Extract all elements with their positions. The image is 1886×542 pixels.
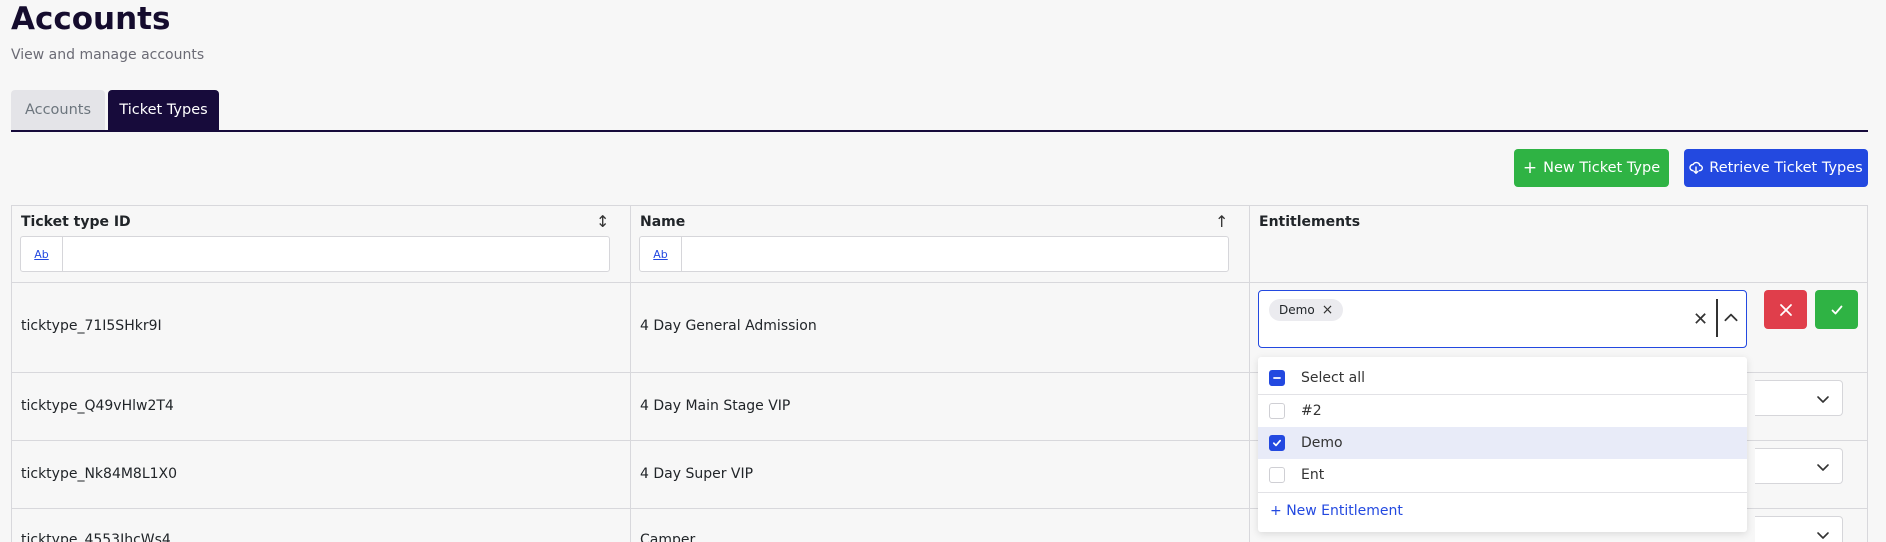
name-filter[interactable]: Ab — [639, 236, 1229, 272]
plus-icon: + — [1522, 157, 1538, 178]
text-filter-mode-icon[interactable]: Ab — [640, 237, 682, 271]
chevron-down-icon — [1817, 532, 1829, 539]
ticket-type-name-cell: 4 Day General Admission — [640, 318, 817, 334]
entitlements-select[interactable] — [1755, 448, 1843, 484]
column-divider — [1249, 205, 1250, 542]
chevron-up-icon[interactable] — [1722, 309, 1740, 327]
ticket-type-id-cell: ticktype_4553IhcWs4 — [21, 532, 171, 542]
new-ticket-type-label: New Ticket Type — [1543, 160, 1661, 176]
page-title: Accounts — [11, 1, 171, 37]
chevron-down-icon — [1817, 464, 1829, 471]
entitlement-option[interactable]: #2 — [1258, 395, 1747, 427]
option-label: #2 — [1301, 403, 1322, 419]
header-row-divider — [11, 282, 1868, 283]
new-entitlement-label: New Entitlement — [1286, 503, 1403, 519]
ticket-type-name-cell: 4 Day Super VIP — [640, 466, 754, 482]
entitlement-option[interactable]: Demo — [1258, 427, 1747, 459]
ticket-type-id-cell: ticktype_Nk84M8L1X0 — [21, 466, 178, 482]
column-header-entitlements: Entitlements — [1259, 214, 1361, 230]
retrieve-ticket-types-button[interactable]: Retrieve Ticket Types — [1684, 149, 1868, 187]
chevron-down-icon — [1817, 396, 1829, 403]
entitlement-option[interactable]: Ent — [1258, 459, 1747, 491]
option-label: Select all — [1301, 370, 1365, 386]
checkbox-icon — [1269, 403, 1285, 419]
text-filter-mode-icon[interactable]: Ab — [21, 237, 63, 271]
plus-icon: + — [1270, 503, 1282, 519]
new-ticket-type-button[interactable]: + New Ticket Type — [1514, 149, 1669, 187]
entitlements-select[interactable] — [1755, 516, 1843, 542]
ticket-type-name-cell: 4 Day Main Stage VIP — [640, 398, 791, 414]
sort-ascending-icon[interactable]: ↑ — [1215, 212, 1228, 231]
ticket-type-id-cell: ticktype_Q49vHlw2T4 — [21, 398, 174, 414]
ticket-type-id-filter[interactable]: Ab — [20, 236, 610, 272]
option-label: Demo — [1301, 435, 1343, 451]
tab-accounts[interactable]: Accounts — [11, 90, 105, 130]
cancel-edit-button[interactable] — [1764, 290, 1807, 329]
clear-selection-icon[interactable]: ✕ — [1693, 309, 1708, 330]
entitlement-chip-label: Demo — [1279, 303, 1315, 317]
ticket-type-id-filter-input[interactable] — [63, 237, 609, 271]
page-subtitle: View and manage accounts — [11, 47, 205, 63]
chip-remove-icon[interactable]: × — [1322, 302, 1334, 318]
check-icon — [1831, 305, 1842, 314]
multiselect-separator — [1716, 299, 1718, 337]
column-divider — [630, 205, 631, 542]
dropdown-divider — [1258, 492, 1747, 493]
select-all-option[interactable]: Select all — [1258, 362, 1747, 394]
close-icon — [1779, 303, 1792, 316]
tab-underline — [11, 130, 1868, 132]
cloud-download-icon — [1689, 161, 1704, 175]
column-header-name[interactable]: Name — [640, 214, 685, 230]
tab-ticket-types[interactable]: Ticket Types — [108, 90, 219, 130]
checked-checkbox-icon — [1269, 435, 1285, 451]
option-label: Ent — [1301, 467, 1325, 483]
save-edit-button[interactable] — [1815, 290, 1858, 329]
entitlements-select[interactable] — [1755, 380, 1843, 416]
indeterminate-checkbox-icon — [1269, 370, 1285, 386]
retrieve-ticket-types-label: Retrieve Ticket Types — [1709, 160, 1863, 176]
checkbox-icon — [1269, 467, 1285, 483]
name-filter-input[interactable] — [682, 237, 1228, 271]
sort-both-icon[interactable]: ↕ — [596, 212, 609, 231]
ticket-type-id-cell: ticktype_71I5SHkr9I — [21, 318, 162, 334]
entitlement-chip: Demo × — [1269, 299, 1344, 321]
column-header-ticket-type-id[interactable]: Ticket type ID — [21, 214, 131, 230]
ticket-type-name-cell: Camper — [640, 532, 696, 542]
new-entitlement-link[interactable]: + New Entitlement — [1270, 503, 1403, 519]
